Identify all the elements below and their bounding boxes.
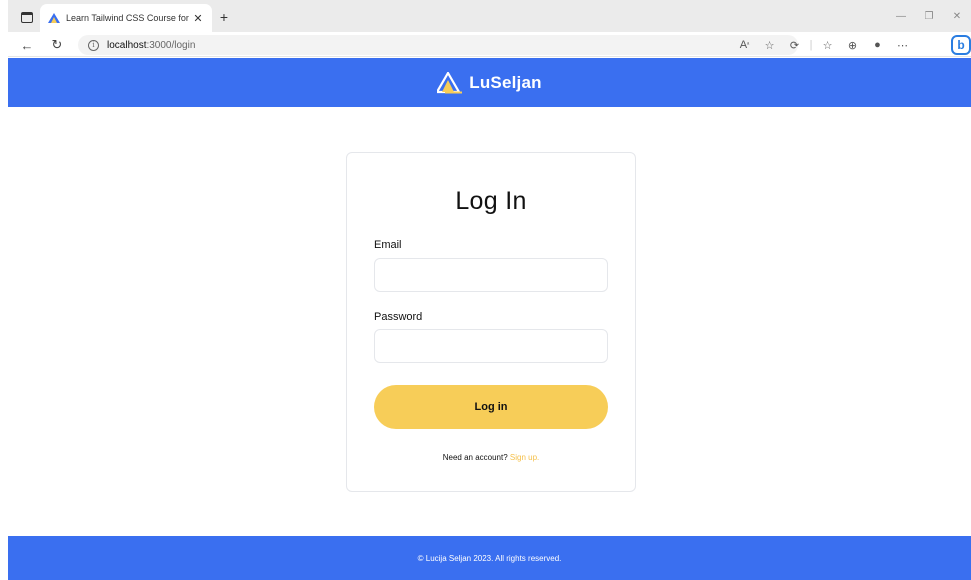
new-tab-button[interactable]: + bbox=[215, 8, 233, 26]
site-header: LuSeljan bbox=[8, 58, 971, 107]
password-label: Password bbox=[374, 311, 423, 323]
toolbar-divider: | bbox=[809, 39, 813, 51]
footer-copyright: © Lucija Seljan 2023. All rights reserve… bbox=[417, 553, 562, 563]
signup-prompt: Need an account? Sign up. bbox=[347, 453, 635, 462]
collections-icon[interactable]: ⊕ bbox=[840, 36, 865, 54]
tailwind-favicon-icon bbox=[48, 13, 60, 23]
email-label: Email bbox=[374, 239, 402, 251]
tab-title: Learn Tailwind CSS Course for Be bbox=[66, 13, 192, 23]
tab-bar: Learn Tailwind CSS Course for Be ✕ + — ❐… bbox=[8, 0, 971, 32]
back-button[interactable]: ← bbox=[18, 36, 36, 54]
login-card: Log In Email Password Log in Need an acc… bbox=[346, 152, 636, 492]
more-icon[interactable]: ⋯ bbox=[890, 36, 915, 54]
login-button[interactable]: Log in bbox=[374, 385, 608, 429]
tab-actions-button[interactable] bbox=[18, 8, 36, 26]
read-aloud-icon[interactable]: Aᵃ bbox=[732, 36, 757, 54]
tab-active[interactable]: Learn Tailwind CSS Course for Be ✕ bbox=[40, 4, 212, 32]
window-edge bbox=[0, 0, 8, 580]
page-title: Log In bbox=[455, 187, 527, 215]
browser-toolbar: ← ↻ i localhost :3000/login Aᵃ ☆ ⟳ | ☆ ⊕… bbox=[8, 32, 971, 57]
tab-actions-icon bbox=[21, 11, 33, 23]
bing-icon[interactable]: b bbox=[951, 35, 971, 55]
browser-window: Learn Tailwind CSS Course for Be ✕ + — ❐… bbox=[0, 0, 971, 580]
url-host: localhost bbox=[107, 39, 147, 51]
web-page: LuSeljan Log In Email Password Log in Ne… bbox=[8, 58, 971, 580]
luseljan-logo-icon bbox=[437, 71, 463, 93]
refresh-button[interactable]: ↻ bbox=[48, 36, 66, 54]
close-window-icon[interactable]: ✕ bbox=[943, 6, 971, 26]
restore-icon[interactable]: ❐ bbox=[915, 6, 943, 26]
brand-link[interactable]: LuSeljan bbox=[437, 71, 542, 94]
window-controls: — ❐ ✕ bbox=[887, 6, 971, 26]
refresh-page-icon[interactable]: ⟳ bbox=[782, 36, 807, 54]
brand-name: LuSeljan bbox=[469, 72, 542, 92]
signup-prompt-text: Need an account? bbox=[442, 453, 508, 462]
favorite-icon[interactable]: ☆ bbox=[757, 36, 782, 54]
refresh-icon: ↻ bbox=[51, 37, 63, 52]
arrow-left-icon: ← bbox=[20, 37, 34, 53]
signup-link[interactable]: Sign up. bbox=[510, 453, 539, 462]
toolbar-icons: Aᵃ ☆ ⟳ | ☆ ⊕ ● ⋯ bbox=[732, 36, 915, 54]
password-field[interactable] bbox=[374, 329, 608, 363]
site-footer: © Lucija Seljan 2023. All rights reserve… bbox=[8, 536, 971, 580]
tab-close-icon[interactable]: ✕ bbox=[192, 12, 204, 25]
profile-icon[interactable]: ● bbox=[865, 36, 890, 54]
url-path: :3000/login bbox=[146, 39, 196, 51]
site-info-icon[interactable]: i bbox=[88, 39, 99, 51]
favorites-bar-icon[interactable]: ☆ bbox=[815, 36, 840, 54]
email-field[interactable] bbox=[374, 258, 608, 292]
address-bar[interactable]: i localhost :3000/login bbox=[78, 35, 798, 55]
minimize-icon[interactable]: — bbox=[887, 6, 915, 26]
